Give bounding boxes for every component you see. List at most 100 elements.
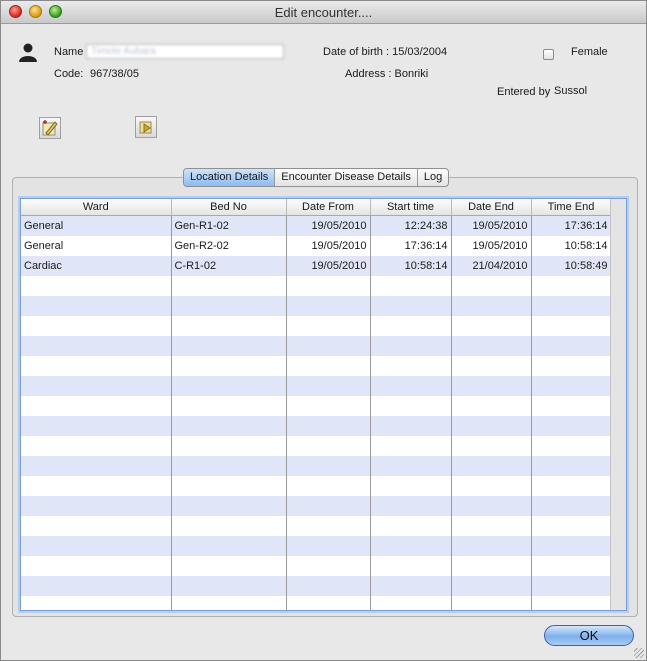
table-row[interactable]: Cardiac C-R1-02 19/05/2010 10:58:14 21/0…	[21, 256, 612, 276]
empty-table-row[interactable]	[21, 276, 612, 296]
date-end-cell: 19/05/2010	[451, 215, 532, 236]
empty-cell	[531, 516, 612, 536]
title-bar[interactable]: Edit encounter....	[1, 1, 646, 24]
empty-table-row[interactable]	[21, 556, 612, 576]
empty-cell	[370, 496, 452, 516]
empty-cell	[370, 316, 452, 336]
empty-table-row[interactable]	[21, 456, 612, 476]
empty-cell	[171, 376, 287, 396]
empty-cell	[286, 516, 371, 536]
add-location-button[interactable]	[135, 116, 157, 138]
empty-cell	[286, 416, 371, 436]
empty-table-row[interactable]	[21, 536, 612, 556]
empty-table-row[interactable]	[21, 496, 612, 516]
pencil-icon	[42, 120, 58, 136]
empty-cell	[451, 356, 532, 376]
column-header-ward[interactable]: Ward	[21, 199, 172, 216]
tab-location-details[interactable]: Location Details	[184, 169, 276, 186]
empty-cell	[21, 476, 172, 496]
resize-grip[interactable]	[634, 648, 644, 658]
start-time-cell: 17:36:14	[370, 236, 452, 256]
column-header-start-time[interactable]: Start time	[370, 199, 452, 216]
empty-table-row[interactable]	[21, 596, 612, 610]
empty-table-row[interactable]	[21, 356, 612, 376]
empty-cell	[21, 276, 172, 296]
patient-name-field[interactable]: Timote Aubara	[86, 44, 284, 59]
empty-cell	[531, 436, 612, 456]
empty-cell	[21, 376, 172, 396]
empty-table-row[interactable]	[21, 436, 612, 456]
empty-cell	[171, 476, 287, 496]
empty-table-row[interactable]	[21, 416, 612, 436]
edit-encounter-button[interactable]	[39, 117, 61, 139]
empty-cell	[21, 456, 172, 476]
empty-cell	[171, 436, 287, 456]
empty-cell	[21, 596, 172, 610]
empty-cell	[21, 536, 172, 556]
empty-cell	[286, 436, 371, 456]
empty-cell	[370, 396, 452, 416]
empty-cell	[171, 496, 287, 516]
date-end-cell: 19/05/2010	[451, 236, 532, 256]
empty-cell	[171, 356, 287, 376]
empty-cell	[286, 316, 371, 336]
ok-button[interactable]: OK	[544, 625, 634, 646]
empty-cell	[21, 496, 172, 516]
empty-cell	[370, 536, 452, 556]
empty-cell	[171, 576, 287, 596]
bed-no-cell: C-R1-02	[171, 256, 287, 276]
empty-table-row[interactable]	[21, 376, 612, 396]
date-from-cell: 19/05/2010	[286, 256, 371, 276]
empty-cell	[451, 476, 532, 496]
empty-table-row[interactable]	[21, 316, 612, 336]
empty-cell	[531, 396, 612, 416]
time-end-cell: 10:58:49	[531, 256, 612, 276]
empty-cell	[531, 356, 612, 376]
column-header-bed-no[interactable]: Bed No	[171, 199, 287, 216]
empty-cell	[370, 456, 452, 476]
patient-icon	[19, 43, 37, 62]
column-header-time-end[interactable]: Time End	[531, 199, 612, 216]
empty-cell	[171, 536, 287, 556]
bed-no-cell: Gen-R2-02	[171, 236, 287, 256]
empty-cell	[531, 536, 612, 556]
empty-table-row[interactable]	[21, 396, 612, 416]
empty-cell	[451, 576, 532, 596]
empty-table-row[interactable]	[21, 516, 612, 536]
empty-cell	[451, 556, 532, 576]
empty-cell	[370, 596, 452, 610]
vertical-scrollbar[interactable]	[610, 199, 626, 610]
tab-encounter-disease-details[interactable]: Encounter Disease Details	[275, 169, 418, 186]
table-row[interactable]: General Gen-R2-02 19/05/2010 17:36:14 19…	[21, 236, 612, 256]
empty-cell	[21, 416, 172, 436]
tab-log[interactable]: Log	[418, 169, 448, 186]
empty-cell	[531, 296, 612, 316]
empty-cell	[286, 596, 371, 610]
table-row[interactable]: General Gen-R1-02 19/05/2010 12:24:38 19…	[21, 215, 612, 236]
empty-table-row[interactable]	[21, 296, 612, 316]
empty-table-row[interactable]	[21, 576, 612, 596]
empty-cell	[286, 376, 371, 396]
time-end-cell: 10:58:14	[531, 236, 612, 256]
empty-cell	[21, 316, 172, 336]
female-checkbox[interactable]	[543, 49, 554, 60]
empty-cell	[21, 556, 172, 576]
empty-table-row[interactable]	[21, 336, 612, 356]
entered-by-value: Sussol	[554, 85, 588, 97]
empty-cell	[21, 296, 172, 316]
start-time-cell: 12:24:38	[370, 215, 452, 236]
empty-table-row[interactable]	[21, 476, 612, 496]
empty-cell	[370, 276, 452, 296]
date-from-cell: 19/05/2010	[286, 236, 371, 256]
empty-cell	[171, 296, 287, 316]
empty-cell	[451, 276, 532, 296]
bed-no-cell: Gen-R1-02	[171, 215, 287, 236]
address: Address : Bonriki	[345, 68, 429, 80]
empty-cell	[451, 596, 532, 610]
empty-cell	[286, 496, 371, 516]
location-table[interactable]: Ward Bed No Date From Start time Date En…	[20, 198, 627, 611]
column-header-date-end[interactable]: Date End	[451, 199, 532, 216]
column-header-date-from[interactable]: Date From	[286, 199, 371, 216]
empty-cell	[370, 516, 452, 536]
empty-cell	[21, 356, 172, 376]
